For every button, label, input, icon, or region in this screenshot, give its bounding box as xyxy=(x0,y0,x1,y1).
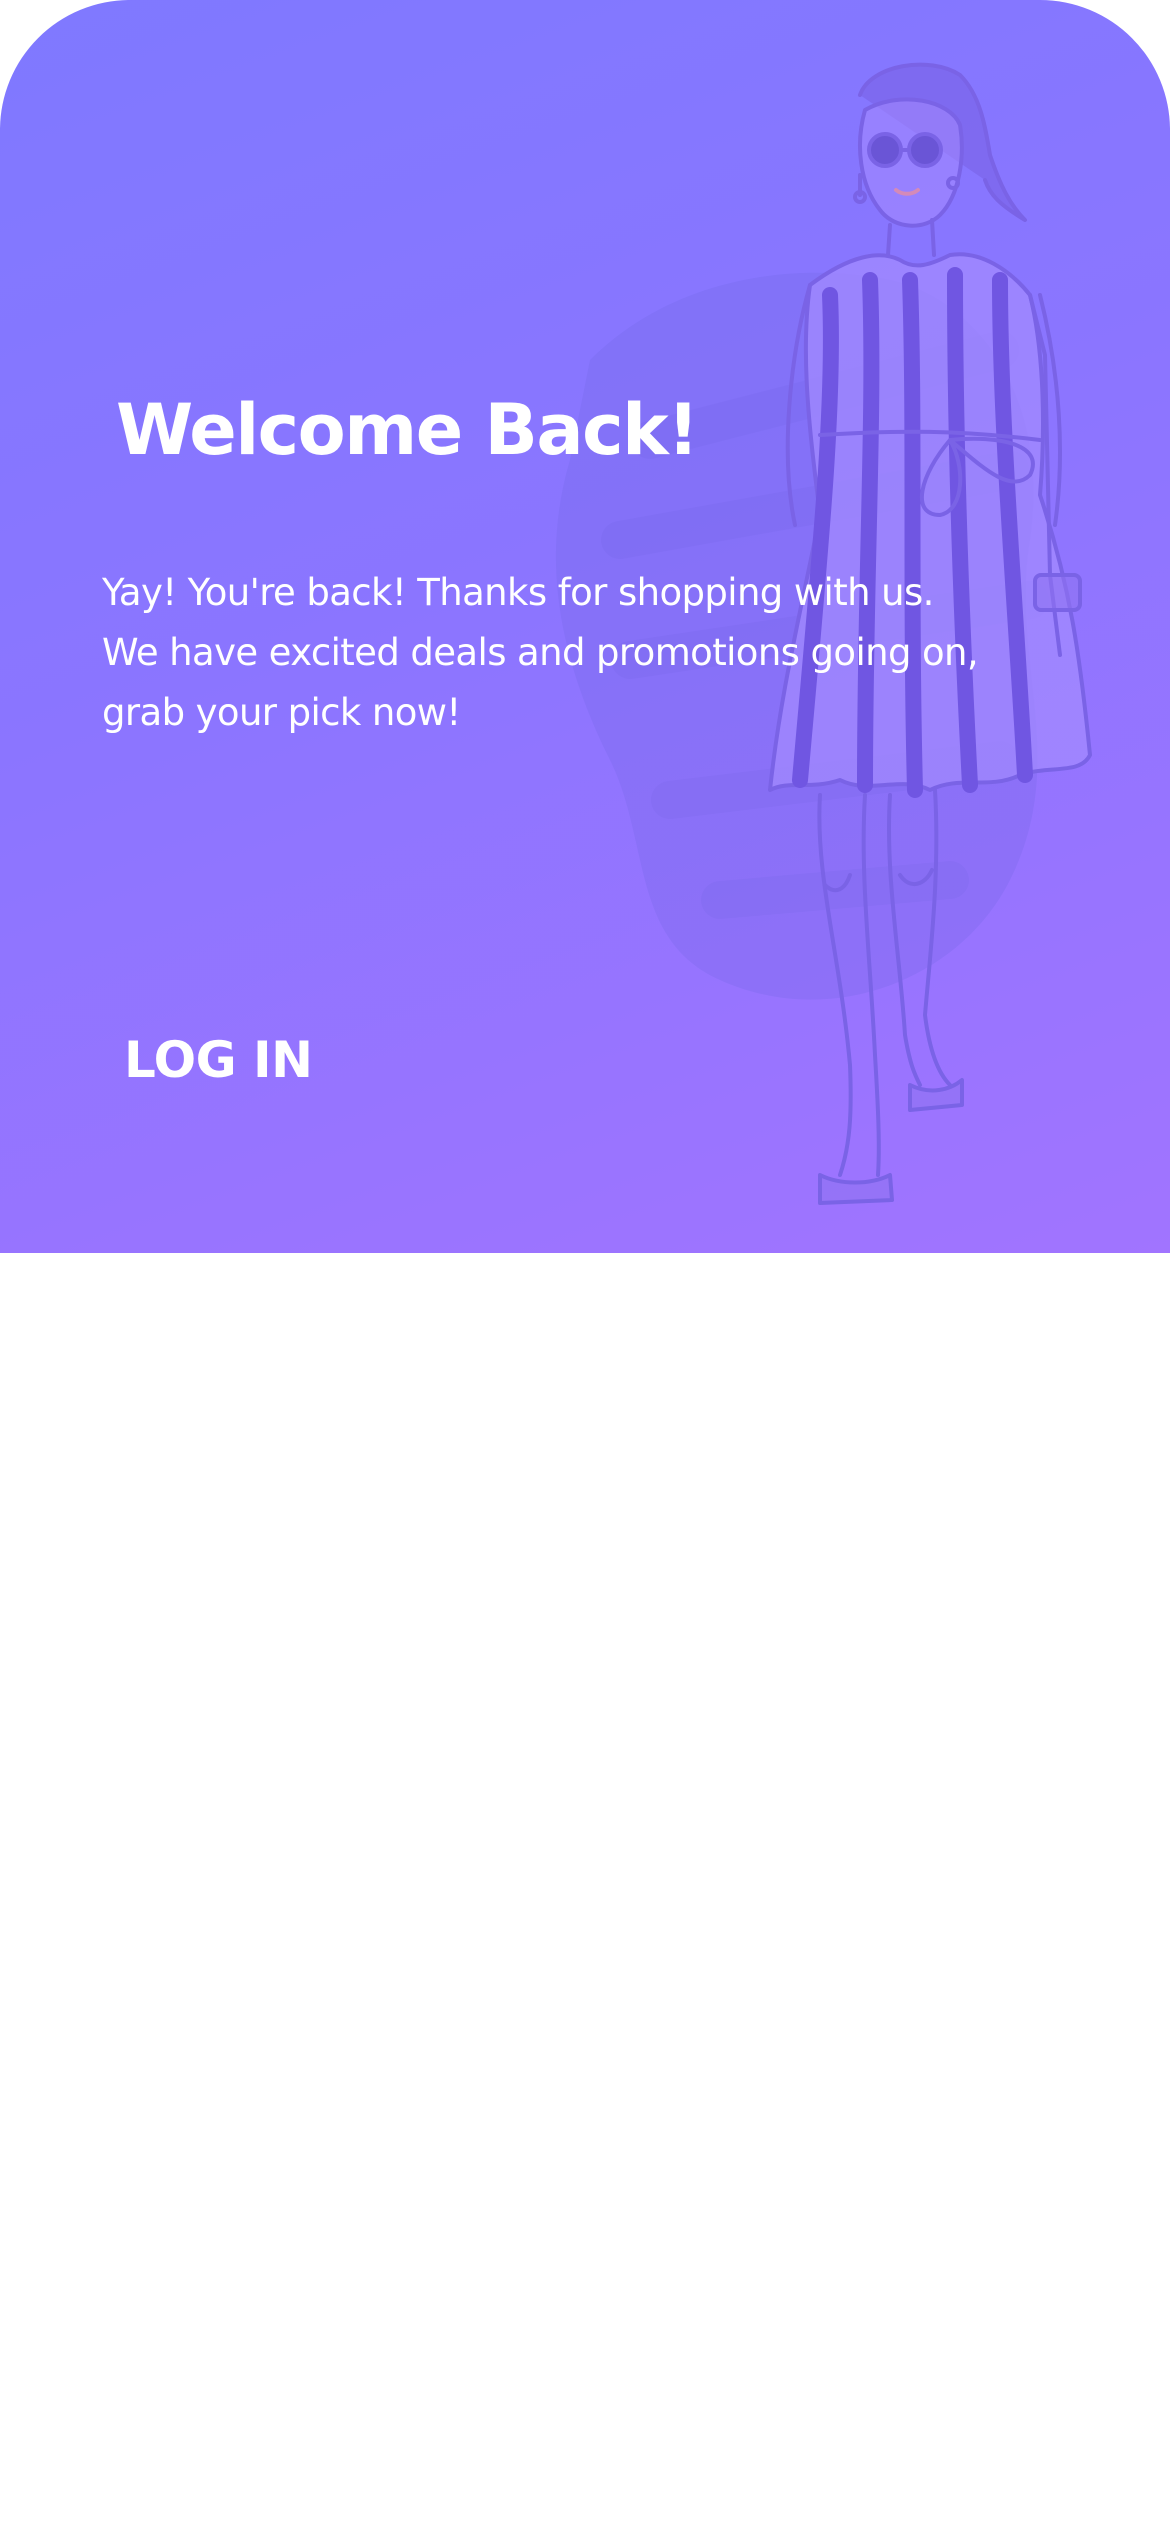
welcome-hero-panel: Welcome Back! Yay! You're back! Thanks f… xyxy=(0,0,1170,1253)
page-title: Welcome Back! xyxy=(116,389,699,471)
welcome-message: Yay! You're back! Thanks for shopping wi… xyxy=(102,571,979,734)
login-button[interactable]: LOG IN xyxy=(124,1030,313,1090)
